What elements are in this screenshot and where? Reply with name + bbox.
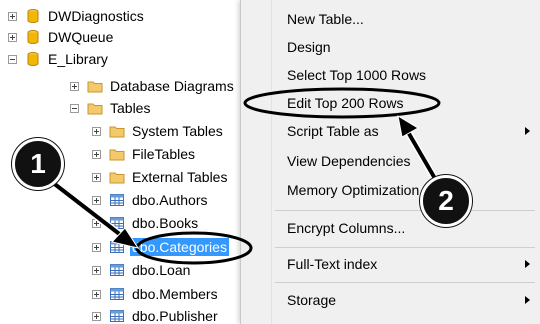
tree-node-label: dbo.Publisher: [132, 308, 218, 324]
menu-item-select-top-1000-rows[interactable]: Select Top 1000 Rows: [287, 64, 426, 86]
tree-node-label: dbo.Loan: [132, 262, 191, 278]
menu-item-edit-top-200-rows[interactable]: Edit Top 200 Rows: [287, 92, 403, 114]
tree-node-external-tables[interactable]: External Tables: [92, 167, 229, 187]
expand-icon[interactable]: [92, 149, 101, 159]
table-icon: [110, 217, 124, 229]
tree-node-label: Tables: [110, 100, 151, 116]
submenu-arrow-icon: [525, 127, 530, 135]
collapse-icon[interactable]: [70, 103, 79, 113]
tree-node-dbo-loan[interactable]: dbo.Loan: [92, 260, 192, 280]
tree-node-label: Database Diagrams: [110, 78, 234, 94]
tree-node-database-diagrams[interactable]: Database Diagrams: [70, 76, 236, 96]
database-icon: [27, 52, 39, 67]
table-icon: [110, 241, 124, 253]
table-icon: [110, 310, 124, 322]
table-icon: [110, 194, 124, 206]
expand-icon[interactable]: [92, 218, 101, 228]
tree-node-label: dbo.Authors: [132, 192, 208, 208]
tree-node-dwdiagnostics[interactable]: DWDiagnostics: [8, 6, 146, 26]
tree-node-dbo-categories[interactable]: dbo.Categories: [92, 237, 229, 257]
callout-badge-1: 1: [12, 138, 64, 190]
menu-item-encrypt-columns[interactable]: Encrypt Columns...: [287, 217, 405, 239]
tree-node-tables[interactable]: Tables: [70, 98, 152, 118]
menu-separator: [275, 247, 535, 248]
tree-node-e-library[interactable]: E_Library: [8, 49, 110, 69]
tree-node-label: DWQueue: [48, 29, 114, 45]
tree-node-label-selected: dbo.Categories: [130, 238, 229, 256]
database-icon: [27, 30, 39, 45]
tree-node-dwqueue[interactable]: DWQueue: [8, 27, 115, 47]
menu-item-view-dependencies[interactable]: View Dependencies: [287, 150, 411, 172]
menu-separator: [275, 282, 535, 283]
tree-node-dbo-authors[interactable]: dbo.Authors: [92, 190, 210, 210]
folder-icon: [87, 103, 103, 115]
folder-icon: [109, 172, 125, 184]
tree-node-label: E_Library: [48, 51, 108, 67]
callout-badge-2: 2: [420, 175, 472, 227]
tree-node-label: dbo.Members: [132, 286, 218, 302]
expand-icon[interactable]: [92, 195, 101, 205]
collapse-icon[interactable]: [8, 54, 17, 64]
tree-node-label: DWDiagnostics: [48, 8, 144, 24]
menu-item-new-table[interactable]: New Table...: [287, 8, 364, 30]
folder-icon: [87, 81, 103, 93]
menu-item-script-table-as[interactable]: Script Table as: [287, 120, 379, 142]
tree-node-system-tables[interactable]: System Tables: [92, 121, 225, 141]
expand-icon[interactable]: [70, 81, 79, 91]
table-icon: [110, 288, 124, 300]
tree-node-filetables[interactable]: FileTables: [92, 144, 197, 164]
expand-icon[interactable]: [92, 242, 101, 252]
tree-node-label: FileTables: [132, 146, 196, 162]
expand-icon[interactable]: [92, 311, 101, 321]
context-menu: New Table... Design Select Top 1000 Rows…: [240, 0, 540, 324]
tree-node-dbo-members[interactable]: dbo.Members: [92, 284, 220, 304]
expand-icon[interactable]: [92, 289, 101, 299]
expand-icon[interactable]: [8, 32, 17, 42]
submenu-arrow-icon: [525, 296, 530, 304]
expand-icon[interactable]: [92, 172, 101, 182]
table-icon: [110, 264, 124, 276]
menu-icon-gutter: [241, 0, 272, 324]
database-icon: [27, 9, 39, 24]
submenu-arrow-icon: [525, 260, 530, 268]
tree-node-label: dbo.Books: [132, 215, 199, 231]
menu-item-storage[interactable]: Storage: [287, 289, 336, 311]
tree-node-label: External Tables: [132, 169, 228, 185]
tree-node-dbo-publisher[interactable]: dbo.Publisher: [92, 306, 220, 324]
menu-item-design[interactable]: Design: [287, 36, 331, 58]
menu-item-full-text-index[interactable]: Full-Text index: [287, 253, 377, 275]
menu-separator: [275, 210, 535, 211]
folder-icon: [109, 126, 125, 138]
folder-icon: [109, 149, 125, 161]
tree-node-dbo-books[interactable]: dbo.Books: [92, 213, 200, 233]
expand-icon[interactable]: [92, 265, 101, 275]
expand-icon[interactable]: [92, 126, 101, 136]
tree-node-label: System Tables: [132, 123, 223, 139]
expand-icon[interactable]: [8, 11, 17, 21]
